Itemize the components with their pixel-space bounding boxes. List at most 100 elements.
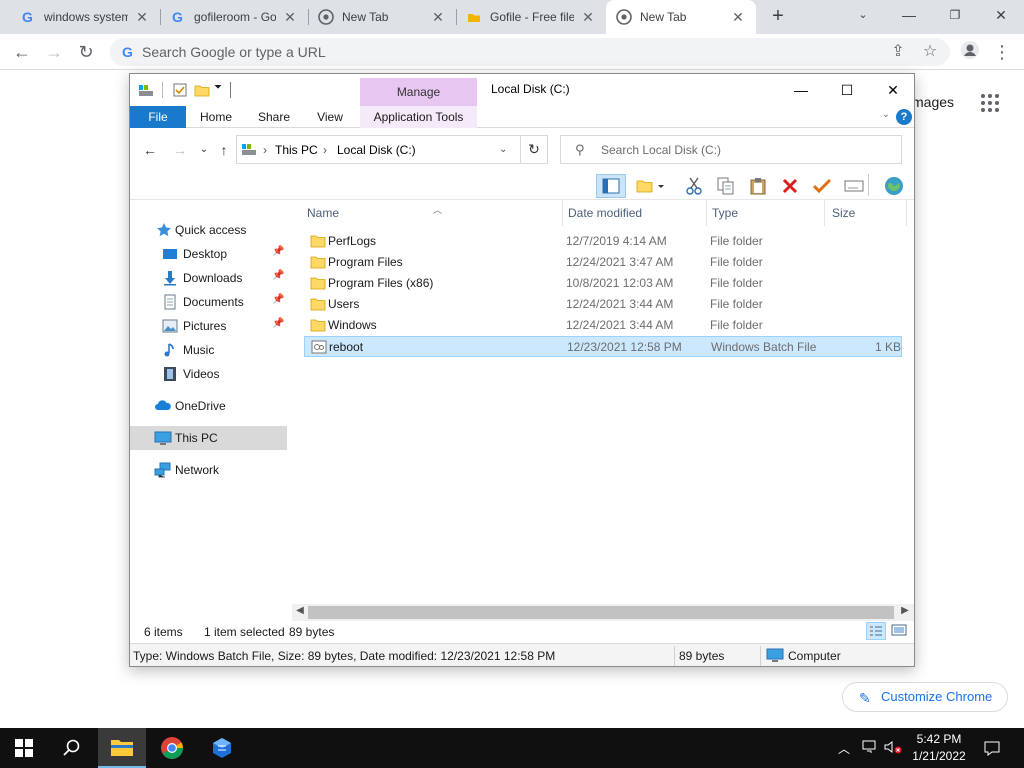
omnibox[interactable]: G Search Google or type a URL bbox=[110, 38, 950, 66]
checkmark-icon[interactable] bbox=[810, 174, 834, 198]
recent-locations-chevron-icon[interactable]: ⌄ bbox=[194, 140, 214, 160]
column-header-date[interactable]: Date modified bbox=[568, 200, 706, 226]
address-dropdown-chevron-icon[interactable]: ⌄ bbox=[499, 144, 507, 155]
pin-icon[interactable]: 📌 bbox=[272, 246, 284, 257]
help-icon[interactable]: ? bbox=[896, 109, 912, 125]
breadcrumb-chevron-icon[interactable]: › bbox=[323, 143, 327, 157]
bookmark-star-icon[interactable]: ☆ bbox=[918, 40, 942, 64]
chrome-taskbar-icon[interactable] bbox=[148, 728, 196, 768]
minimize-icon[interactable]: — bbox=[886, 0, 932, 30]
breadcrumb-this-pc[interactable]: This PC bbox=[275, 143, 318, 157]
share-icon[interactable]: ⇪ bbox=[886, 40, 910, 64]
customize-chrome-button[interactable]: ✎ Customize Chrome bbox=[842, 682, 1008, 712]
file-explorer-taskbar-icon[interactable] bbox=[98, 728, 146, 768]
delete-x-icon[interactable] bbox=[778, 174, 802, 198]
nav-this-pc[interactable]: This PC bbox=[130, 426, 287, 450]
column-separator[interactable] bbox=[824, 200, 825, 226]
tab-new-tab-1[interactable]: New Tab ✕ bbox=[308, 0, 456, 34]
forward-arrow-icon[interactable]: → bbox=[42, 40, 66, 64]
maximize-icon[interactable]: ☐ bbox=[824, 74, 870, 106]
close-window-icon[interactable]: ✕ bbox=[870, 74, 914, 106]
nav-downloads[interactable]: Downloads 📌 bbox=[130, 266, 287, 290]
tab-new-tab-active[interactable]: New Tab ✕ bbox=[606, 0, 756, 34]
file-row[interactable]: reboot 12/23/2021 12:58 PM Windows Batch F… bbox=[304, 336, 902, 357]
customize-qat-icon[interactable]: ⏷ bbox=[214, 82, 222, 98]
nav-network[interactable]: Network bbox=[130, 458, 287, 482]
horizontal-scrollbar[interactable]: ◀ ▶ bbox=[292, 604, 914, 621]
volume-muted-icon[interactable] bbox=[884, 740, 902, 757]
navigation-pane-toggle-icon[interactable] bbox=[596, 174, 626, 198]
tab-search-chevron-icon[interactable]: ⌄ bbox=[840, 0, 886, 30]
new-tab-plus-icon[interactable]: + bbox=[766, 5, 790, 29]
restore-icon[interactable]: ❐ bbox=[932, 0, 978, 30]
back-arrow-icon[interactable]: ← bbox=[10, 40, 34, 64]
search-input[interactable]: ⚲ Search Local Disk (C:) bbox=[560, 135, 902, 164]
nav-desktop[interactable]: Desktop 📌 bbox=[130, 242, 287, 266]
column-separator[interactable] bbox=[906, 200, 907, 226]
close-tab-icon[interactable]: ✕ bbox=[730, 9, 746, 26]
file-row[interactable]: Program Files 12/24/2021 3:47 AM File fold… bbox=[304, 252, 902, 273]
close-tab-icon[interactable]: ✕ bbox=[134, 9, 150, 26]
close-window-icon[interactable]: ✕ bbox=[978, 0, 1024, 30]
breadcrumb-local-disk[interactable]: Local Disk (C:) bbox=[337, 143, 416, 157]
nav-pictures[interactable]: Pictures 📌 bbox=[130, 314, 287, 338]
reload-icon[interactable]: ↻ bbox=[74, 40, 98, 64]
scrollbar-thumb[interactable] bbox=[308, 606, 894, 619]
close-tab-icon[interactable]: ✕ bbox=[430, 9, 446, 26]
minimize-icon[interactable]: — bbox=[778, 74, 824, 106]
scroll-right-icon[interactable]: ▶ bbox=[898, 605, 912, 616]
pin-icon[interactable]: 📌 bbox=[272, 294, 284, 305]
views-menu-icon[interactable] bbox=[634, 174, 668, 198]
pin-icon[interactable]: 📌 bbox=[272, 270, 284, 281]
column-separator[interactable] bbox=[562, 200, 563, 226]
details-view-icon[interactable] bbox=[866, 622, 886, 640]
back-arrow-icon[interactable]: ← bbox=[140, 140, 160, 160]
nav-music[interactable]: Music bbox=[130, 338, 287, 362]
close-tab-icon[interactable]: ✕ bbox=[580, 9, 596, 26]
rename-field-icon[interactable] bbox=[842, 174, 866, 198]
google-apps-grid-icon[interactable] bbox=[980, 93, 1000, 113]
breadcrumb-chevron-icon[interactable]: › bbox=[263, 143, 267, 157]
scroll-left-icon[interactable]: ◀ bbox=[293, 605, 307, 616]
column-separator[interactable] bbox=[706, 200, 707, 226]
nav-videos[interactable]: Videos bbox=[130, 362, 287, 386]
ntp-images-link[interactable]: mages bbox=[912, 94, 954, 110]
tab-gofile[interactable]: Gofile - Free file ✕ bbox=[456, 0, 606, 34]
chrome-menu-icon[interactable]: ⋮ bbox=[990, 40, 1014, 64]
notifications-icon[interactable] bbox=[984, 740, 1000, 759]
close-tab-icon[interactable]: ✕ bbox=[282, 9, 298, 26]
file-row[interactable]: PerfLogs 12/7/2019 4:14 AM File folder bbox=[304, 231, 902, 252]
nav-documents[interactable]: Documents 📌 bbox=[130, 290, 287, 314]
taskbar-clock[interactable]: 5:42 PM 1/21/2022 bbox=[902, 731, 976, 765]
manage-contextual-tab[interactable]: Manage bbox=[360, 78, 477, 106]
copy-icon[interactable] bbox=[714, 174, 738, 198]
tab-application-tools[interactable]: Application Tools bbox=[360, 106, 477, 128]
address-bar[interactable]: › This PC › Local Disk (C:) ⌄ bbox=[236, 135, 548, 164]
tab-windows-system[interactable]: G windows system ✕ bbox=[10, 0, 160, 34]
file-row[interactable]: Windows 12/24/2021 3:44 AM File folder bbox=[304, 315, 902, 336]
tab-home[interactable]: Home bbox=[192, 106, 240, 128]
tab-file[interactable]: File bbox=[130, 106, 186, 128]
tab-view[interactable]: View bbox=[306, 106, 354, 128]
tab-gofileroom[interactable]: G gofileroom - Go ✕ bbox=[160, 0, 308, 34]
up-arrow-icon[interactable]: ↑ bbox=[214, 140, 234, 160]
column-header-size[interactable]: Size bbox=[832, 200, 902, 226]
start-windows-icon[interactable] bbox=[0, 728, 48, 768]
show-hidden-icons-chevron-icon[interactable]: ︿ bbox=[838, 740, 850, 757]
column-header-name[interactable]: Name ︿ bbox=[307, 200, 562, 226]
tab-share[interactable]: Share bbox=[250, 106, 298, 128]
globe-icon[interactable] bbox=[882, 174, 906, 198]
large-icons-view-icon[interactable] bbox=[890, 622, 910, 640]
file-row[interactable]: Program Files (x86) 10/8/2021 12:03 AM Fil… bbox=[304, 273, 902, 294]
search-icon[interactable] bbox=[48, 728, 96, 768]
nav-quick-access[interactable]: Quick access bbox=[130, 218, 287, 242]
refresh-icon[interactable]: ↻ bbox=[520, 135, 548, 164]
paste-clipboard-icon[interactable] bbox=[746, 174, 770, 198]
properties-checkbox-icon[interactable] bbox=[172, 82, 188, 98]
new-folder-icon[interactable] bbox=[194, 82, 210, 98]
cut-scissors-icon[interactable] bbox=[682, 174, 706, 198]
file-row[interactable]: Users 12/24/2021 3:44 AM File folder bbox=[304, 294, 902, 315]
network-status-icon[interactable] bbox=[862, 740, 878, 757]
column-header-type[interactable]: Type bbox=[712, 200, 824, 226]
forward-arrow-icon[interactable]: → bbox=[170, 140, 190, 160]
